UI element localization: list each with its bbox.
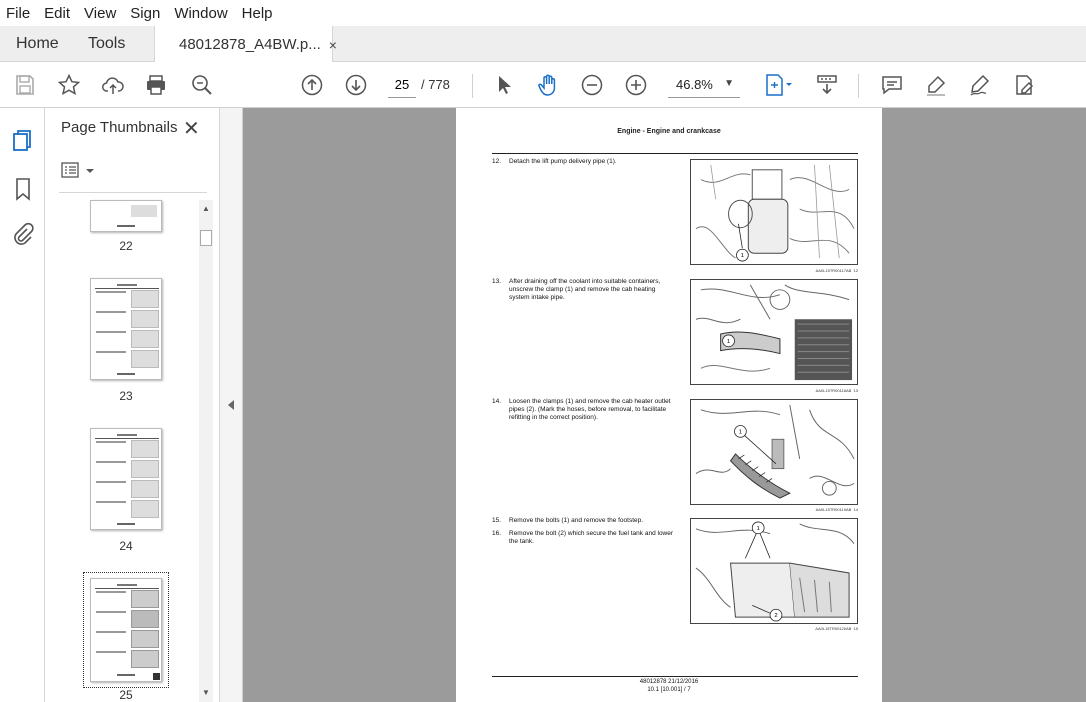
figure-12: 1: [690, 159, 858, 265]
toolbar-separator: [472, 74, 473, 98]
attachment-icon[interactable]: [10, 221, 36, 247]
figure-caption-13: AA0L15TR00118AB 13: [815, 388, 858, 393]
navigation-rail: [0, 108, 45, 702]
figure-15: 1 2: [690, 518, 858, 624]
menu-sign[interactable]: Sign: [130, 5, 160, 22]
page-footer-line2: 10.1 [10.001] / 7: [647, 687, 691, 693]
thumbnail-page-number: 25: [119, 688, 133, 702]
zoom-out-icon[interactable]: [578, 71, 606, 99]
bookmark-icon[interactable]: [10, 176, 36, 202]
page-thumbnail[interactable]: [90, 278, 162, 380]
page-thumbnails-icon[interactable]: [10, 128, 36, 154]
scroll-down-icon[interactable]: ▼: [202, 688, 210, 697]
svg-text:1: 1: [739, 429, 742, 435]
menu-file[interactable]: File: [6, 5, 30, 22]
thumbnail-options-menu[interactable]: [61, 160, 101, 182]
zoom-level-value: 46.8%: [676, 77, 713, 92]
comment-icon[interactable]: [878, 71, 906, 99]
select-cursor-icon[interactable]: [490, 71, 518, 99]
step-16: 16. Remove the bolt (2) which secure the…: [492, 530, 674, 545]
thumbnail-scrollbar[interactable]: ▲ ▼: [199, 200, 213, 702]
panel-divider: [59, 192, 207, 193]
figure-14: 1: [690, 399, 858, 505]
menu-view[interactable]: View: [84, 5, 116, 22]
scroll-up-icon[interactable]: ▲: [202, 204, 210, 213]
save-icon[interactable]: [11, 71, 39, 99]
star-icon[interactable]: [55, 71, 83, 99]
step-15: 15. Remove the bolts (1) and remove the …: [492, 517, 644, 524]
figure-caption-12: AA0L15TR00117AB 12: [815, 268, 858, 273]
tab-tools[interactable]: Tools: [88, 26, 125, 62]
toolbar: / 778 46.8% ▼: [0, 62, 1086, 108]
sign-icon[interactable]: [966, 71, 994, 99]
page-total: / 778: [421, 77, 450, 92]
previous-page-icon[interactable]: [298, 71, 326, 99]
print-icon[interactable]: [142, 71, 170, 99]
svg-text:1: 1: [727, 339, 730, 345]
page-footer-line1: 48012878 21/12/2016: [639, 679, 699, 685]
tab-home[interactable]: Home: [16, 26, 59, 62]
tab-document-label: 48012878_A4BW.p...: [179, 36, 321, 53]
header-rule: [492, 153, 858, 154]
menu-edit[interactable]: Edit: [44, 5, 70, 22]
highlight-pen-icon[interactable]: [922, 71, 950, 99]
page-thumbnail-selected[interactable]: [90, 578, 162, 682]
svg-text:1: 1: [757, 526, 760, 532]
tab-bar: Home Tools 48012878_A4BW.p... ×: [0, 26, 1086, 63]
step-13: 13. After draining off the coolant into …: [492, 278, 661, 301]
tab-document[interactable]: 48012878_A4BW.p... ×: [154, 26, 337, 63]
svg-text:2: 2: [774, 613, 777, 619]
menu-window[interactable]: Window: [174, 5, 227, 22]
tab-close-icon[interactable]: ×: [329, 37, 337, 53]
collapse-arrow-icon: [228, 400, 234, 410]
panel-collapse-bar[interactable]: [220, 108, 243, 702]
page-header: Engine - Engine and crankcase: [617, 128, 721, 135]
figure-caption-15: AA0L15TR00120AB 15: [815, 626, 858, 631]
zoom-level-select[interactable]: 46.8% ▼: [668, 72, 740, 98]
edit-pdf-icon[interactable]: [1010, 71, 1038, 99]
thumbnail-page-number: 23: [119, 389, 133, 403]
page-thumbnail[interactable]: [90, 428, 162, 530]
menu-help[interactable]: Help: [242, 5, 273, 22]
hand-tool-icon[interactable]: [534, 71, 562, 99]
panel-title: Page Thumbnails: [61, 119, 178, 136]
document-page: Engine - Engine and crankcase 12. Detach…: [456, 108, 882, 702]
step-14: 14. Loosen the clamps (1) and remove the…: [492, 398, 671, 421]
page-fit-icon[interactable]: [758, 71, 798, 99]
page-number-input[interactable]: [388, 72, 416, 98]
scroll-mode-icon[interactable]: [813, 71, 841, 99]
chevron-down-icon: ▼: [724, 78, 734, 89]
thumbnail-page-number: 24: [119, 539, 133, 553]
cloud-upload-icon[interactable]: [99, 71, 127, 99]
zoom-search-icon[interactable]: [188, 71, 216, 99]
figure-caption-14: AA0L15TR00119AB 14: [815, 507, 858, 512]
footer-rule: [492, 676, 858, 677]
page-thumbnails-panel: Page Thumbnails ✕ 22 23 24 25 ▲ ▼: [45, 108, 220, 702]
step-12: 12. Detach the lift pump delivery pipe (…: [492, 158, 617, 165]
menu-bar: File Edit View Sign Window Help: [0, 0, 1086, 26]
zoom-in-icon[interactable]: [622, 71, 650, 99]
toolbar-separator: [858, 74, 859, 98]
svg-text:1: 1: [741, 253, 744, 259]
figure-13: 1: [690, 279, 858, 385]
next-page-icon[interactable]: [342, 71, 370, 99]
scrollbar-thumb[interactable]: [200, 230, 212, 246]
close-icon[interactable]: ✕: [183, 116, 200, 141]
thumbnail-page-number: 22: [119, 239, 133, 253]
page-thumbnail[interactable]: [90, 200, 162, 232]
document-view[interactable]: Engine - Engine and crankcase 12. Detach…: [243, 108, 1086, 702]
